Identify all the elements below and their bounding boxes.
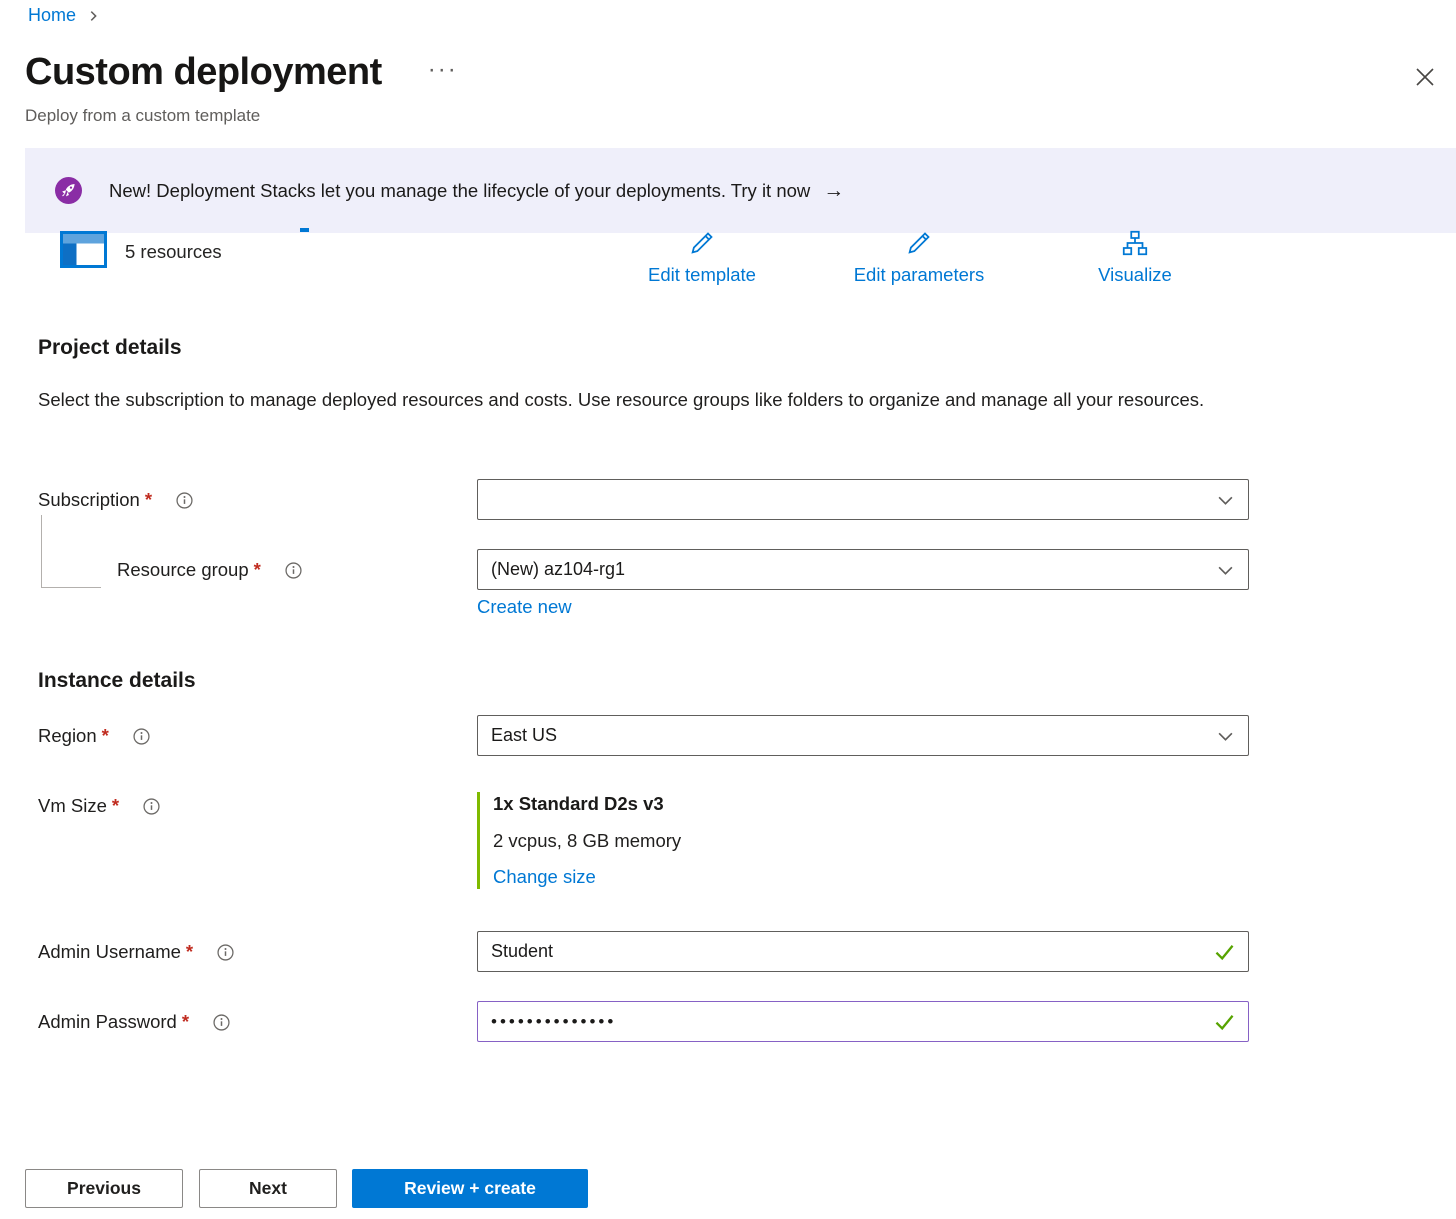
admin-username-label-group: Admin Username * (38, 941, 234, 963)
page-header: Custom deployment ··· (25, 50, 458, 94)
vm-size-specs: 2 vcpus, 8 GB memory (493, 829, 681, 853)
chevron-down-icon (1217, 492, 1234, 514)
vm-size-summary: 1x Standard D2s v3 2 vcpus, 8 GB memory … (477, 792, 681, 889)
arrow-right-icon[interactable]: → (823, 180, 844, 201)
required-marker: * (254, 559, 261, 581)
previous-button[interactable]: Previous (25, 1169, 183, 1208)
truncated-link-fragment (300, 228, 309, 232)
info-icon[interactable] (285, 562, 302, 579)
instance-details-heading: Instance details (38, 669, 196, 693)
project-details-description: Select the subscription to manage deploy… (38, 384, 1228, 415)
admin-password-input[interactable] (478, 1002, 1213, 1041)
region-label-group: Region * (38, 725, 150, 747)
deployment-stacks-banner: New! Deployment Stacks let you manage th… (25, 148, 1456, 233)
info-icon[interactable] (217, 944, 234, 961)
chevron-down-icon (1217, 562, 1234, 584)
vm-size-label: Vm Size (38, 795, 107, 817)
admin-password-label-group: Admin Password * (38, 1011, 230, 1033)
required-marker: * (186, 941, 193, 963)
vm-size-value: 1x Standard D2s v3 (493, 792, 681, 816)
resource-group-label-group: Resource group * (117, 559, 302, 581)
vm-size-label-group: Vm Size * (38, 795, 160, 817)
edit-parameters-label: Edit parameters (854, 264, 985, 286)
edit-template-label: Edit template (648, 264, 756, 286)
breadcrumb-home-link[interactable]: Home (28, 5, 76, 26)
edit-template-link[interactable]: Edit template (602, 228, 802, 286)
more-options-button[interactable]: ··· (428, 56, 458, 84)
required-marker: * (145, 489, 152, 511)
info-icon[interactable] (133, 728, 150, 745)
region-label: Region (38, 725, 97, 747)
chevron-right-icon (86, 9, 100, 23)
resource-group-label: Resource group (117, 559, 249, 581)
admin-username-field-wrap (477, 931, 1249, 972)
banner-message[interactable]: New! Deployment Stacks let you manage th… (109, 180, 810, 202)
admin-password-field-wrap (477, 1001, 1249, 1042)
required-marker: * (112, 795, 119, 817)
resource-group-dropdown[interactable]: (New) az104-rg1 (477, 549, 1249, 590)
region-value: East US (491, 725, 557, 746)
chevron-down-icon (1217, 728, 1234, 750)
info-icon[interactable] (176, 492, 193, 509)
valid-check-icon (1213, 940, 1236, 963)
admin-password-label: Admin Password (38, 1011, 177, 1033)
create-new-link[interactable]: Create new (477, 596, 572, 618)
subscription-label-group: Subscription * (38, 489, 193, 511)
subscription-dropdown[interactable] (477, 479, 1249, 520)
template-icon (60, 231, 107, 273)
subscription-resource-group-connector (41, 515, 101, 588)
project-details-heading: Project details (38, 336, 182, 360)
org-chart-icon (1120, 228, 1150, 263)
info-icon[interactable] (143, 798, 160, 815)
close-icon (1414, 76, 1436, 91)
resource-group-value: (New) az104-rg1 (491, 559, 625, 580)
required-marker: * (182, 1011, 189, 1033)
rocket-icon (55, 177, 82, 204)
pencil-icon (687, 228, 717, 263)
visualize-link[interactable]: Visualize (1035, 228, 1235, 286)
page-subtitle: Deploy from a custom template (25, 106, 260, 126)
valid-check-icon (1213, 1010, 1236, 1033)
pencil-icon (904, 228, 934, 263)
page-title: Custom deployment (25, 50, 382, 94)
admin-username-label: Admin Username (38, 941, 181, 963)
subscription-label: Subscription (38, 489, 140, 511)
region-dropdown[interactable]: East US (477, 715, 1249, 756)
required-marker: * (102, 725, 109, 747)
resource-count: 5 resources (125, 241, 222, 263)
close-button[interactable] (1410, 62, 1440, 95)
admin-username-input[interactable] (478, 932, 1213, 971)
next-button[interactable]: Next (199, 1169, 337, 1208)
edit-parameters-link[interactable]: Edit parameters (819, 228, 1019, 286)
review-create-button[interactable]: Review + create (352, 1169, 588, 1208)
info-icon[interactable] (213, 1014, 230, 1031)
visualize-label: Visualize (1098, 264, 1172, 286)
breadcrumb: Home (28, 5, 100, 26)
change-size-link[interactable]: Change size (493, 865, 596, 889)
